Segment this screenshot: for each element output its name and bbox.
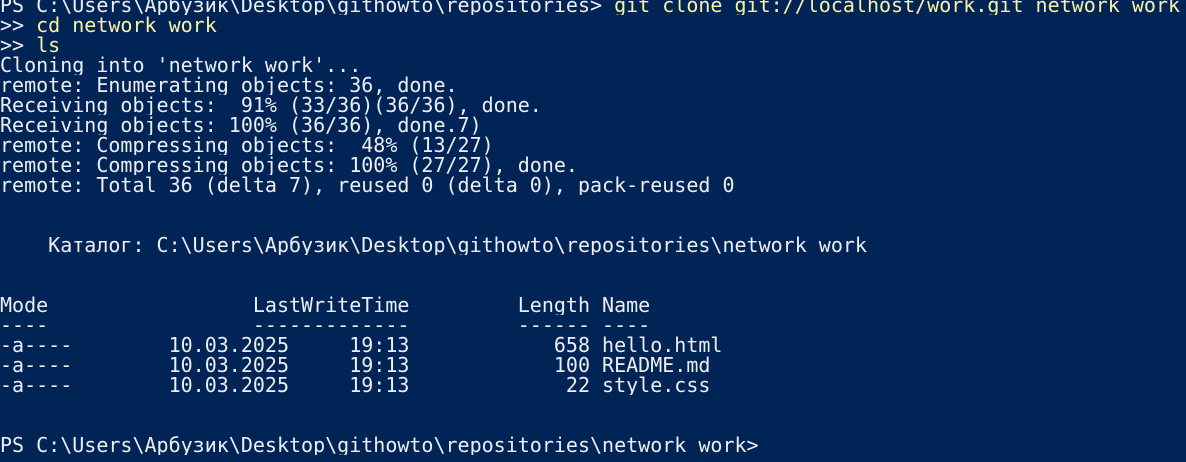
clone-output-line: remote: Compressing objects: 100% (27/27… xyxy=(0,155,578,175)
command-git-clone: git clone git://localhost/work.git netwo… xyxy=(614,0,1181,15)
directory-heading: Каталог: C:\Users\Арбузик\Desktop\githow… xyxy=(0,235,867,255)
prompt-text: PS C:\Users\Арбузик\Desktop\githowto\rep… xyxy=(0,0,615,15)
clone-output-line: Receiving objects: 100% (36/36), done.7) xyxy=(0,115,482,135)
listing-row: -a---- 10.03.2025 19:13 658 hello.html xyxy=(0,335,723,355)
command-line-cd: >> cd network_work xyxy=(0,15,1186,35)
clone-output-line: remote: Total 36 (delta 7), reused 0 (de… xyxy=(0,175,735,195)
clone-output-line: Cloning into 'network_work'... xyxy=(0,55,362,75)
command-ls: ls xyxy=(36,35,61,55)
powershell-console[interactable]: PS C:\Users\Арбузик\Desktop\githowto\rep… xyxy=(0,0,1186,462)
continuation-prompt: >> xyxy=(0,15,37,35)
command-line-git-clone: PS C:\Users\Арбузик\Desktop\githowto\rep… xyxy=(0,0,1186,15)
listing-row: -a---- 10.03.2025 19:13 100 README.md xyxy=(0,355,711,375)
command-cd: cd network_work xyxy=(36,15,217,35)
continuation-prompt: >> xyxy=(0,35,37,55)
clone-output-line: remote: Enumerating objects: 36, done. xyxy=(0,75,458,95)
final-prompt[interactable]: PS C:\Users\Арбузик\Desktop\githowto\rep… xyxy=(0,435,1186,455)
listing-header: Mode LastWriteTime Length Name xyxy=(0,295,651,315)
command-line-ls: >> ls xyxy=(0,35,1186,55)
console-output: PS C:\Users\Арбузик\Desktop\githowto\rep… xyxy=(0,0,1186,455)
clone-output-line: Receiving objects: 91% (33/36)(36/36), d… xyxy=(0,95,542,115)
clone-output-line: remote: Compressing objects: 48% (13/27) xyxy=(0,135,494,155)
listing-header-underline: ---- ------------- ------ ---- xyxy=(0,315,651,335)
listing-row: -a---- 10.03.2025 19:13 22 style.css xyxy=(0,375,711,395)
